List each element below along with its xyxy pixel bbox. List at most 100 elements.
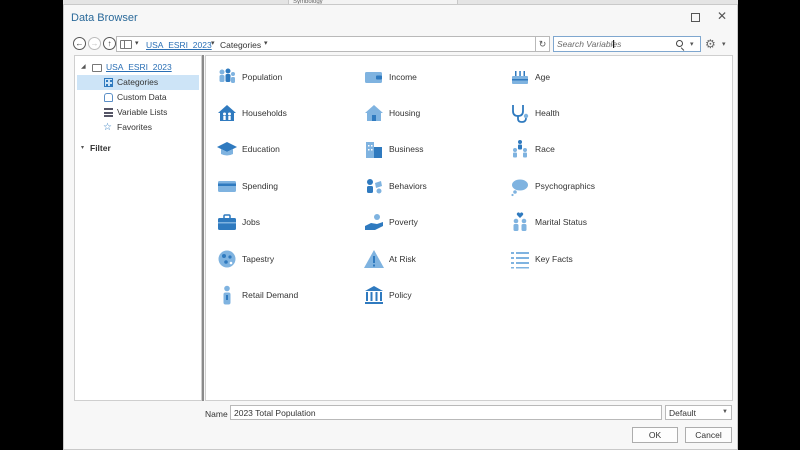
- behaviors-icon: [367, 179, 382, 194]
- capitol-building-icon: [365, 286, 383, 304]
- category-label: Behaviors: [389, 181, 427, 191]
- category-health[interactable]: Health: [509, 102, 649, 126]
- maximize-icon[interactable]: [689, 11, 701, 23]
- style-dropdown-value: Default: [669, 408, 696, 418]
- graduation-cap-icon: [217, 142, 237, 156]
- category-label: Marital Status: [535, 217, 587, 227]
- category-policy[interactable]: Policy: [363, 284, 503, 308]
- close-icon[interactable]: ✕: [717, 10, 729, 23]
- sidebar-item-label: Favorites: [117, 122, 152, 132]
- category-label: Housing: [389, 108, 421, 118]
- category-label: At Risk: [389, 254, 416, 264]
- category-label: Age: [535, 72, 551, 82]
- title-bar: Data Browser ✕: [64, 5, 737, 31]
- category-label: Retail Demand: [242, 290, 299, 300]
- category-age[interactable]: Age: [509, 66, 649, 90]
- dialog-title: Data Browser: [71, 12, 138, 24]
- category-households[interactable]: Households: [216, 102, 356, 126]
- category-education[interactable]: Education: [216, 138, 356, 162]
- category-label: Key Facts: [535, 254, 573, 264]
- breadcrumb-root-link[interactable]: USA_ESRI_2023: [146, 40, 212, 50]
- stethoscope-icon: [512, 105, 529, 123]
- sidebar-item-custom-data[interactable]: Custom Data: [75, 90, 201, 105]
- category-psychographics[interactable]: Psychographics: [509, 175, 649, 199]
- refresh-icon[interactable]: ↻: [536, 36, 550, 52]
- sidebar-item-label: Categories: [117, 77, 159, 87]
- category-behaviors[interactable]: Behaviors: [363, 175, 503, 199]
- category-poverty[interactable]: Poverty: [363, 211, 503, 235]
- categories-grid: Population Income Age Households Housing…: [205, 55, 733, 401]
- navigation-toolbar: ← → ↑ ▾ USA_ESRI_2023 ▾ Categories ▾ ↻ ▾…: [64, 35, 737, 53]
- category-label: Poverty: [389, 217, 418, 227]
- chevron-down-icon: ▼: [722, 409, 728, 415]
- hand-coin-icon: [365, 214, 383, 230]
- briefcase-icon: [218, 214, 236, 230]
- filter-section[interactable]: ▾ Filter: [75, 141, 201, 156]
- category-retail-demand[interactable]: Retail Demand: [216, 284, 356, 308]
- category-label: Business: [389, 144, 424, 154]
- gear-icon[interactable]: ⚙: [705, 38, 716, 50]
- category-label: Race: [535, 144, 555, 154]
- forward-arrow-icon[interactable]: →: [88, 37, 101, 50]
- chevron-down-icon[interactable]: ▾: [135, 39, 139, 47]
- category-spending[interactable]: Spending: [216, 175, 356, 199]
- search-box[interactable]: ▾: [553, 36, 701, 52]
- category-label: Jobs: [242, 217, 260, 227]
- chevron-down-icon[interactable]: ▾: [264, 39, 268, 47]
- text-cursor-icon: I: [612, 38, 616, 51]
- chevron-down-icon[interactable]: ▾: [722, 40, 726, 48]
- name-label: Name: [205, 409, 228, 419]
- head-cloud-icon: [511, 179, 528, 197]
- breadcrumb[interactable]: ▾ USA_ESRI_2023 ▾ Categories ▾: [116, 36, 536, 52]
- category-label: Income: [389, 72, 417, 82]
- sidebar-item-label: Custom Data: [117, 92, 167, 102]
- category-housing[interactable]: Housing: [363, 102, 503, 126]
- category-jobs[interactable]: Jobs: [216, 211, 356, 235]
- sidebar-root[interactable]: ◢ USA_ESRI_2023: [75, 60, 201, 75]
- category-tapestry[interactable]: Tapestry: [216, 248, 356, 272]
- households-icon: [218, 105, 236, 121]
- category-key-facts[interactable]: Key Facts: [509, 248, 649, 272]
- sidebar-item-favorites[interactable]: ☆ Favorites: [75, 120, 201, 135]
- back-arrow-icon[interactable]: ←: [73, 37, 86, 50]
- style-dropdown[interactable]: Default ▼: [665, 405, 732, 420]
- sidebar-root-label[interactable]: USA_ESRI_2023: [106, 60, 172, 75]
- couple-heart-icon: [513, 212, 527, 231]
- buildings-icon: [366, 142, 382, 158]
- category-marital-status[interactable]: Marital Status: [509, 211, 649, 235]
- filter-label[interactable]: Filter: [90, 141, 111, 156]
- category-label: Health: [535, 108, 560, 118]
- warning-icon: [364, 250, 384, 268]
- ok-button[interactable]: OK: [632, 427, 678, 443]
- category-income[interactable]: Income: [363, 66, 503, 90]
- sidebar-item-variable-lists[interactable]: Variable Lists: [75, 105, 201, 120]
- credit-card-icon: [218, 181, 236, 192]
- category-at-risk[interactable]: At Risk: [363, 248, 503, 272]
- chevron-down-icon[interactable]: ▾: [211, 39, 215, 47]
- category-business[interactable]: Business: [363, 138, 503, 162]
- list-icon: [104, 108, 113, 117]
- house-icon: [365, 105, 383, 121]
- category-race[interactable]: Race: [509, 138, 649, 162]
- panel-splitter[interactable]: [202, 55, 204, 401]
- sidebar-item-label: Variable Lists: [117, 107, 168, 117]
- data-browser-dialog: Data Browser ✕ ← → ↑ ▾ USA_ESRI_2023 ▾ C…: [63, 4, 738, 450]
- cancel-button[interactable]: Cancel: [685, 427, 732, 443]
- star-icon: ☆: [103, 122, 112, 133]
- search-icon[interactable]: [676, 40, 683, 47]
- retail-person-icon: [223, 285, 231, 305]
- breadcrumb-current[interactable]: Categories: [220, 40, 261, 50]
- data-source-icon: [120, 40, 132, 49]
- people-icon: [219, 68, 235, 83]
- chevron-down-icon[interactable]: ▾: [690, 40, 694, 48]
- category-label: Households: [242, 108, 287, 118]
- up-arrow-icon[interactable]: ↑: [103, 37, 116, 50]
- name-field[interactable]: [230, 405, 662, 420]
- chevron-down-icon[interactable]: ▾: [81, 141, 84, 156]
- sidebar-item-categories[interactable]: Categories: [77, 75, 199, 90]
- tapestry-globe-icon: [218, 250, 236, 268]
- database-icon: [104, 93, 113, 102]
- collapse-triangle-icon[interactable]: ◢: [81, 60, 86, 75]
- category-population[interactable]: Population: [216, 66, 356, 90]
- sidebar: ◢ USA_ESRI_2023 Categories Custom Data V…: [74, 55, 202, 401]
